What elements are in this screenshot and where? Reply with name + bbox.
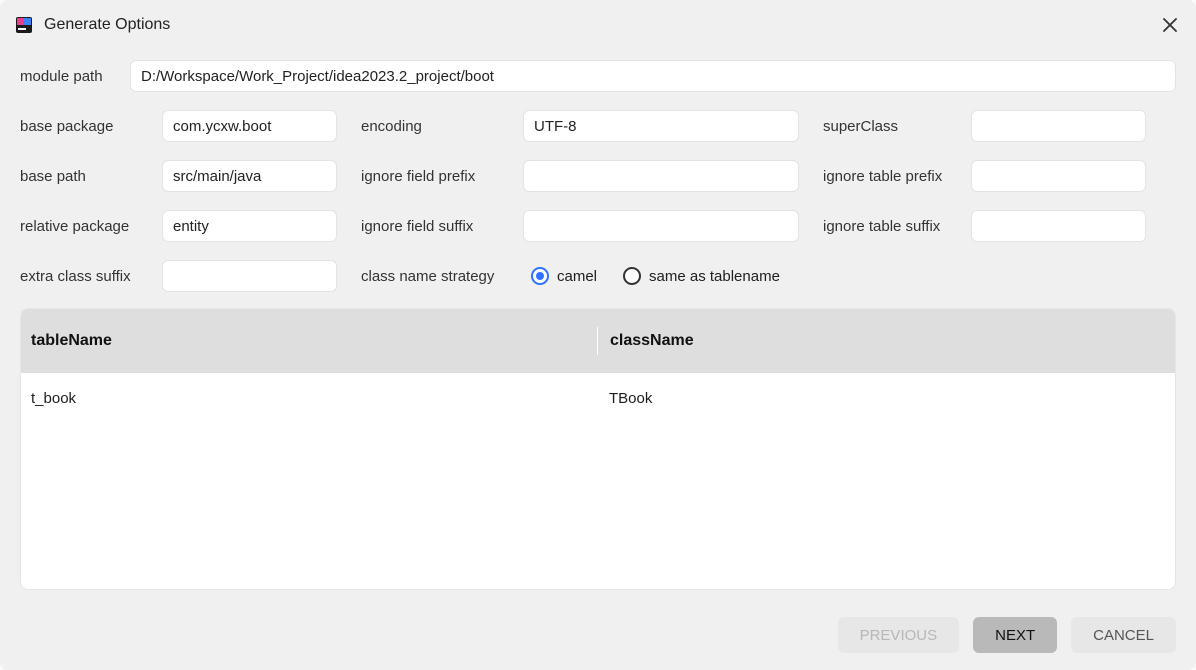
label-ignore-table-suffix: ignore table suffix bbox=[823, 218, 959, 235]
ignore-table-prefix-input[interactable] bbox=[971, 160, 1146, 192]
radio-dot-icon bbox=[623, 267, 641, 285]
class-name-strategy-group: camel same as tablename bbox=[531, 267, 780, 285]
radio-camel-label: camel bbox=[557, 268, 597, 285]
radio-camel[interactable]: camel bbox=[531, 267, 597, 285]
super-class-input[interactable] bbox=[971, 110, 1146, 142]
radio-same-label: same as tablename bbox=[649, 268, 780, 285]
label-ignore-field-suffix: ignore field suffix bbox=[361, 218, 511, 235]
dialog-footer: PREVIOUS NEXT CANCEL bbox=[0, 610, 1196, 670]
extra-class-suffix-input[interactable] bbox=[162, 260, 337, 292]
row-extra-class-suffix: extra class suffix class name strategy c… bbox=[20, 260, 1176, 292]
table-header: tableName className bbox=[21, 309, 1175, 373]
ignore-table-suffix-input[interactable] bbox=[971, 210, 1146, 242]
mapping-table: tableName className t_bookTBook bbox=[20, 308, 1176, 590]
titlebar: Generate Options bbox=[0, 0, 1196, 50]
base-path-input[interactable] bbox=[162, 160, 337, 192]
previous-button[interactable]: PREVIOUS bbox=[838, 617, 960, 653]
dialog-window: Generate Options module path base packag… bbox=[0, 0, 1196, 670]
encoding-input[interactable] bbox=[523, 110, 799, 142]
next-button[interactable]: NEXT bbox=[973, 617, 1057, 653]
relative-package-input[interactable] bbox=[162, 210, 337, 242]
label-class-name-strategy: class name strategy bbox=[361, 268, 511, 285]
label-encoding: encoding bbox=[361, 118, 511, 135]
ignore-field-prefix-input[interactable] bbox=[523, 160, 799, 192]
col-classname-header[interactable]: className bbox=[597, 327, 1175, 355]
module-path-input[interactable] bbox=[130, 60, 1176, 92]
table-row[interactable]: t_bookTBook bbox=[21, 373, 1175, 423]
row-base-path: base path ignore field prefix ignore tab… bbox=[20, 160, 1176, 192]
col-tablename-header[interactable]: tableName bbox=[21, 332, 597, 350]
table-body: t_bookTBook bbox=[21, 373, 1175, 423]
app-icon bbox=[14, 15, 34, 35]
label-relative-package: relative package bbox=[20, 218, 150, 235]
radio-dot-icon bbox=[531, 267, 549, 285]
ignore-field-suffix-input[interactable] bbox=[523, 210, 799, 242]
label-super-class: superClass bbox=[823, 118, 959, 135]
dialog-body: module path base package encoding superC… bbox=[0, 50, 1196, 610]
close-icon[interactable] bbox=[1158, 13, 1182, 37]
row-base-package: base package encoding superClass bbox=[20, 110, 1176, 142]
radio-same-as-tablename[interactable]: same as tablename bbox=[623, 267, 780, 285]
label-base-package: base package bbox=[20, 118, 150, 135]
cell-tablename: t_book bbox=[21, 390, 597, 407]
label-ignore-table-prefix: ignore table prefix bbox=[823, 168, 959, 185]
base-package-input[interactable] bbox=[162, 110, 337, 142]
row-relative-package: relative package ignore field suffix ign… bbox=[20, 210, 1176, 242]
cell-classname: TBook bbox=[597, 390, 1175, 407]
cancel-button[interactable]: CANCEL bbox=[1071, 617, 1176, 653]
label-base-path: base path bbox=[20, 168, 150, 185]
label-module-path: module path bbox=[20, 68, 106, 85]
label-ignore-field-prefix: ignore field prefix bbox=[361, 168, 511, 185]
label-extra-class-suffix: extra class suffix bbox=[20, 268, 150, 285]
window-title: Generate Options bbox=[44, 16, 170, 34]
row-module-path: module path bbox=[20, 60, 1176, 92]
